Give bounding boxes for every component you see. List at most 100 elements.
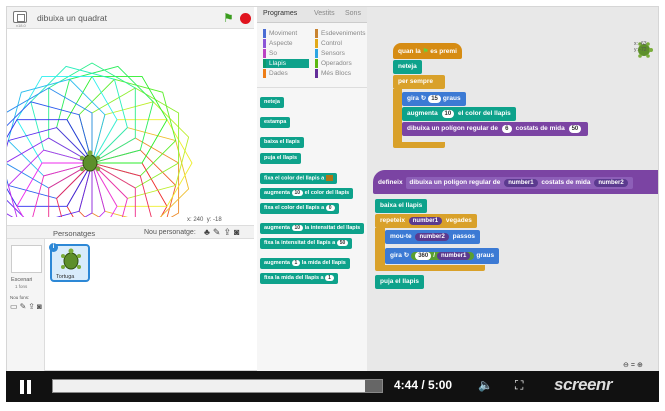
- project-title[interactable]: dibuixa un quadrat: [37, 13, 107, 23]
- backdrop-paint-icon[interactable]: ✎: [20, 302, 29, 311]
- category-esdeveniments[interactable]: Esdeveniments: [315, 29, 365, 38]
- category-color-swatch: [263, 29, 266, 38]
- category-control[interactable]: Control: [315, 39, 342, 48]
- sprites-title: Personatges: [53, 229, 96, 238]
- upload-icon[interactable]: ⇪: [223, 227, 234, 237]
- when-flag-clicked-block[interactable]: quan la ⚑ es premi: [393, 43, 462, 59]
- sprite-thumbnail[interactable]: i Tortuga: [49, 243, 90, 282]
- repeat-block-foot: [375, 265, 485, 271]
- forever-block-foot: [393, 142, 445, 148]
- category-llapis[interactable]: Llapis: [263, 59, 309, 68]
- backdrop-camera-icon[interactable]: ◙: [37, 302, 44, 311]
- stage-label: Escenari: [11, 277, 33, 283]
- category-sensors[interactable]: Sensors: [315, 49, 345, 58]
- palette-block-set-pen-color-num[interactable]: fixa el color del llapis a 0: [260, 203, 339, 214]
- define-block[interactable]: defineix dibuixa un polígon regular de n…: [373, 170, 658, 194]
- new-sprite-tools: ♣✎⇪◙: [204, 227, 242, 238]
- category-dades[interactable]: Dades: [263, 69, 288, 78]
- scripts-area[interactable]: quan la ⚑ es premi neteja per sempre gir…: [367, 7, 658, 372]
- category-operadors[interactable]: Operadors: [315, 59, 352, 68]
- new-sprite-label: Nou personatge:: [144, 229, 196, 236]
- palette-block-clear[interactable]: neteja: [260, 97, 284, 108]
- turtle-sprite[interactable]: [78, 150, 102, 176]
- sprite-position: x: -63 y: -72: [634, 41, 647, 53]
- palette-block-pen-up[interactable]: puja el llapis: [260, 153, 302, 164]
- category-so[interactable]: So: [263, 49, 277, 58]
- category-color-swatch: [263, 59, 266, 68]
- category-aspecte[interactable]: Aspecte: [263, 39, 293, 48]
- scratch-window: v18.0 dibuixa un quadrat ⚑ x: 240 y: -18…: [6, 6, 659, 372]
- stage-header: v18.0 dibuixa un quadrat ⚑: [7, 7, 254, 29]
- category-color-swatch: [315, 29, 318, 38]
- zoom-controls: ⊖=⊕: [623, 361, 645, 369]
- sprites-header: Personatges Nou personatge: ♣✎⇪◙: [7, 225, 254, 239]
- category-color-swatch: [263, 69, 266, 78]
- tab-sounds[interactable]: Sons: [345, 10, 361, 17]
- palette-block-set-pen-shade[interactable]: fixa la intensitat del llapis a 50: [260, 238, 353, 249]
- fullscreen-icon[interactable]: [13, 11, 27, 23]
- palette-block-set-pen-color[interactable]: fixa el color del llapis a: [260, 173, 337, 184]
- progress-fill: [53, 380, 365, 392]
- block-palette: neteja estampa baixa el llapis puja el l…: [257, 87, 367, 372]
- forever-block-arm: [393, 89, 402, 142]
- tab-costumes[interactable]: Vestits: [314, 10, 335, 17]
- new-backdrop-label: Nou fons:: [10, 295, 30, 300]
- palette-block-change-pen-size[interactable]: augmenta 1 la mida del llapis: [260, 258, 350, 269]
- category-moviment[interactable]: Moviment: [263, 29, 297, 38]
- draw-polygon-call-block[interactable]: dibuixa un polígon regular de 6 costats …: [402, 122, 589, 136]
- stage-thumbnail[interactable]: [11, 245, 42, 273]
- palette-block-change-pen-shade[interactable]: augmenta 10 la intensitat del llapis: [260, 223, 365, 234]
- pen-up-block[interactable]: puja el llapis: [375, 275, 425, 289]
- define-prototype[interactable]: dibuixa un polígon regular de number1 co…: [406, 177, 633, 189]
- palette-tabs: Programes Vestits Sons: [257, 7, 367, 23]
- repeat-block[interactable]: repeteix number1 vegades: [375, 214, 477, 228]
- pen-drawing: [7, 62, 193, 217]
- time-display: 4:44 / 5:00: [394, 378, 453, 392]
- clear-block[interactable]: neteja: [393, 60, 422, 74]
- category-color-swatch: [263, 39, 266, 48]
- stage-backdrop-count: 1 fons: [15, 284, 28, 289]
- pen-down-block[interactable]: baixa el llapis: [375, 199, 428, 213]
- fullscreen-toggle-icon[interactable]: ⛶: [515, 378, 523, 393]
- turn-divide-block[interactable]: gira ↻ 360/number1 graus: [385, 248, 500, 264]
- green-flag-icon[interactable]: ⚑: [223, 12, 235, 24]
- change-pen-color-block[interactable]: augmenta 10 el color del llapis: [402, 107, 516, 121]
- sprite-library-icon[interactable]: ♣: [204, 227, 213, 237]
- backdrop-upload-icon[interactable]: ⇪: [28, 302, 37, 311]
- forever-block[interactable]: per sempre: [393, 75, 445, 89]
- sprite-name: Tortuga: [56, 274, 75, 280]
- pen-trace: [16, 162, 118, 217]
- move-block[interactable]: mou-te number2 passos: [385, 230, 481, 244]
- category-color-swatch: [263, 49, 266, 58]
- camera-icon[interactable]: ◙: [234, 227, 242, 237]
- palette-block-stamp[interactable]: estampa: [260, 117, 291, 128]
- category-més-blocs[interactable]: Més Blocs: [315, 69, 351, 78]
- category-color-swatch: [315, 69, 318, 78]
- palette-block-change-pen-color[interactable]: augmenta 10 el color del llapis: [260, 188, 354, 199]
- category-color-swatch: [315, 49, 318, 58]
- zoom-out-icon[interactable]: ⊖: [623, 362, 631, 369]
- palette-block-pen-down[interactable]: baixa el llapis: [260, 137, 304, 148]
- version-label: v18.0: [16, 23, 26, 28]
- pause-icon[interactable]: [20, 380, 32, 394]
- video-player-bar: 4:44 / 5:00 🔈 ⛶ screenr: [6, 371, 659, 402]
- zoom-in-icon[interactable]: ⊕: [637, 362, 645, 369]
- paint-icon[interactable]: ✎: [213, 227, 224, 237]
- turtle-thumb-icon: [61, 248, 81, 270]
- stop-icon[interactable]: [240, 13, 251, 24]
- info-icon[interactable]: i: [49, 243, 58, 252]
- repeat-block-arm: [375, 228, 385, 265]
- color-swatch[interactable]: [325, 175, 333, 181]
- volume-icon[interactable]: 🔈: [478, 378, 493, 392]
- turn-block[interactable]: gira ↻ 15 graus: [402, 92, 466, 106]
- category-color-swatch: [315, 39, 318, 48]
- new-backdrop-tools: ▭✎⇪◙: [10, 302, 44, 311]
- stage-pane: Escenari 1 fons Nou fons: ▭✎⇪◙: [7, 239, 45, 372]
- pen-trace: [56, 162, 152, 217]
- category-list: Moviment Esdeveniments Aspecte Control So Sen…: [257, 23, 367, 87]
- backdrop-library-icon[interactable]: ▭: [10, 302, 20, 311]
- progress-bar[interactable]: [52, 379, 383, 393]
- palette-block-set-pen-size[interactable]: fixa la mida del llapis a 1: [260, 273, 338, 284]
- stage[interactable]: [7, 29, 254, 217]
- tab-scripts[interactable]: Programes: [263, 10, 297, 17]
